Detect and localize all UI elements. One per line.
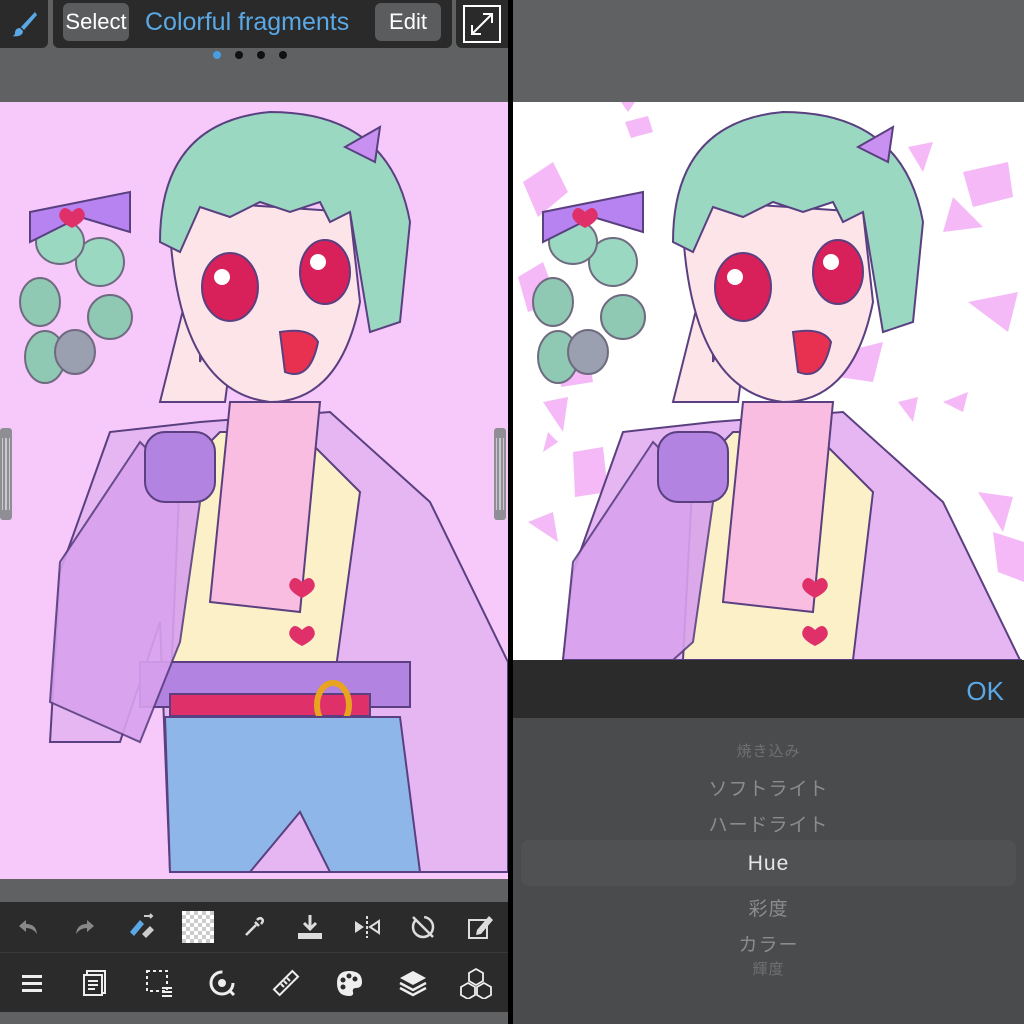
download-icon [298, 915, 323, 939]
page-indicator[interactable] [213, 51, 287, 59]
blend-mode-picker[interactable]: 焼き込み ソフトライト ハードライト Hue 彩度 カラー 輝度 [513, 718, 1024, 1024]
blend-option[interactable]: 彩度 [513, 894, 1024, 921]
select-button[interactable]: Select [63, 3, 129, 41]
color-swatch[interactable] [178, 907, 218, 947]
materials-button[interactable] [456, 963, 496, 1003]
transform-icon [209, 970, 236, 996]
document-icon [83, 969, 107, 996]
pen-eraser-button[interactable] [121, 907, 161, 947]
edit-box-button[interactable] [460, 907, 500, 947]
palette-button[interactable] [329, 963, 369, 1003]
page-dot[interactable] [257, 51, 265, 59]
brush-name[interactable]: Colorful fragments [145, 8, 349, 37]
undo-icon [19, 920, 38, 934]
blend-option[interactable]: 焼き込み [513, 740, 1024, 761]
pen-eraser-icon [130, 913, 155, 938]
preview-illustration [518, 102, 1024, 660]
blend-option[interactable]: 輝度 [513, 958, 1024, 979]
eyedropper-icon [245, 916, 265, 936]
selection-button[interactable] [139, 963, 179, 1003]
confirm-bar: OK [513, 660, 1024, 718]
undo-button[interactable] [8, 907, 48, 947]
transform-button[interactable] [202, 963, 242, 1003]
flip-button[interactable] [347, 907, 387, 947]
blend-option[interactable]: ハードライト [513, 810, 1024, 837]
redo-button[interactable] [65, 907, 105, 947]
page-dot[interactable] [235, 51, 243, 59]
selection-icon [145, 969, 172, 997]
rotate-lock-button[interactable] [403, 907, 443, 947]
blend-option[interactable]: ソフトライト [513, 774, 1024, 801]
flip-icon [354, 916, 380, 938]
ruler-button[interactable] [266, 963, 306, 1003]
brush-tool-button[interactable] [0, 0, 48, 48]
layers-icon [399, 970, 427, 996]
preview-panel: OK 焼き込み ソフトライト ハードライト Hue 彩度 カラー 輝度 [513, 0, 1024, 1024]
page-dot[interactable] [279, 51, 287, 59]
materials-icon [460, 967, 493, 999]
editor-panel: Select Colorful fragments Edit [0, 0, 508, 1024]
menu-icon [21, 974, 42, 992]
bottom-toolbar [0, 902, 508, 952]
character-illustration [19, 110, 508, 873]
page-dot[interactable] [213, 51, 221, 59]
expand-icon [463, 5, 501, 43]
download-button[interactable] [290, 907, 330, 947]
edit-box-icon [467, 916, 493, 939]
layers-button[interactable] [393, 963, 433, 1003]
ruler-icon [272, 969, 300, 996]
redo-icon [75, 920, 94, 934]
edit-button[interactable]: Edit [375, 3, 441, 41]
palette-icon [337, 970, 363, 996]
blend-option[interactable]: カラー [513, 930, 1024, 957]
right-side-handle[interactable] [494, 428, 506, 520]
brush-icon [12, 12, 37, 37]
document-button[interactable] [75, 963, 115, 1003]
menu-button[interactable] [12, 963, 52, 1003]
eyedropper-button[interactable] [234, 907, 274, 947]
left-side-handle[interactable] [0, 428, 12, 520]
blend-option-selected[interactable]: Hue [513, 852, 1024, 876]
preview-artwork [513, 102, 1024, 660]
bottom-menu-bar [0, 952, 508, 1012]
transparent-color-swatch [181, 911, 214, 943]
expand-button[interactable] [456, 0, 508, 48]
canvas-artwork[interactable] [0, 102, 508, 879]
brush-title-bar: Select Colorful fragments Edit [53, 0, 452, 48]
rotate-lock-icon [412, 915, 435, 939]
ok-button[interactable]: OK [966, 676, 1004, 707]
